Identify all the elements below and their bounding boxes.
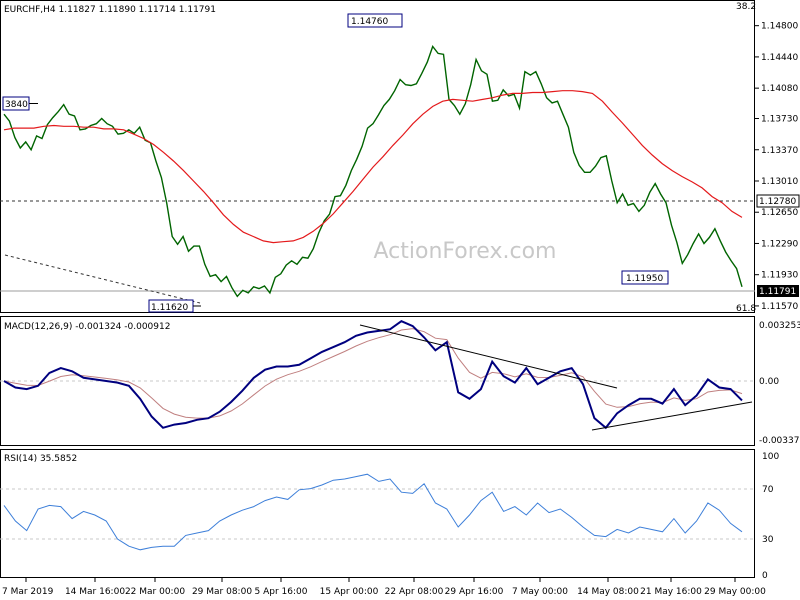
rsi-header: RSI(14) 35.5852: [4, 454, 77, 464]
price-tick-label: 1.12650: [761, 208, 798, 218]
price-tick-label: 1.13010: [761, 177, 798, 187]
macd-tick-zero: 0.00: [759, 377, 779, 387]
price-tick-label: 1.12290: [761, 239, 798, 249]
time-axis-label: 14 May 08:00: [577, 587, 639, 597]
price-tick-label: 1.14080: [761, 84, 798, 94]
time-axis-label: 22 Apr 08:00: [385, 587, 444, 597]
fib-label-top: 38.2: [736, 2, 756, 12]
price-tick-label: 1.13370: [761, 146, 798, 156]
annotation-left-cut-label: 3840: [5, 100, 28, 110]
fib-label-bottom: 61.8: [736, 304, 756, 314]
time-axis-label: 21 May 16:00: [640, 587, 702, 597]
time-axis-label: 15 Apr 00:00: [320, 587, 379, 597]
annotation-low2: 1.11950: [621, 270, 669, 285]
price-tick-label: 1.11930: [761, 271, 798, 281]
rsi-tick-30: 30: [762, 535, 774, 545]
level-tag-label: 1.12780: [759, 197, 796, 207]
watermark: ActionForex.com: [374, 239, 557, 264]
rsi-tick-100: 100: [762, 452, 779, 462]
macd-tick-bottom: -0.003373: [759, 436, 800, 446]
time-axis-label: 5 Apr 16:00: [255, 587, 308, 597]
rsi-tick-70: 70: [762, 485, 774, 495]
price-tick-label: 1.11570: [761, 302, 798, 312]
macd-tick-top: 0.003253: [759, 321, 800, 331]
time-axis-label: 29 Apr 16:00: [445, 587, 504, 597]
time-axis-label: 29 May 00:00: [704, 587, 766, 597]
eurchf-chart: ActionForex.com 3840 1.11620 1.14760 1.1…: [0, 0, 800, 600]
chart-header: EURCHF,H4 1.11827 1.11890 1.11714 1.1179…: [4, 5, 216, 15]
macd-header: MACD(12,26,9) -0.001324 -0.000912: [4, 322, 170, 332]
time-axis-label: 22 Mar 00:00: [125, 587, 185, 597]
chart-background: [0, 0, 800, 600]
price-tick-label: 1.14800: [761, 22, 798, 32]
price-tick-label: 1.14440: [761, 53, 798, 63]
time-axis-label: 7 Mar 2019: [2, 587, 54, 597]
time-axis-label: 14 Mar 16:00: [65, 587, 125, 597]
current-price-tag-label: 1.11791: [759, 287, 796, 297]
annotation-low2-label: 1.11950: [626, 274, 663, 284]
annotation-high: 1.14760: [347, 13, 403, 28]
annotation-low1: 1.11620: [148, 299, 201, 313]
time-axis-label: 7 May 00:00: [512, 587, 568, 597]
price-tick-label: 1.13730: [761, 115, 798, 125]
annotation-low1-label: 1.11620: [151, 303, 188, 313]
time-axis-label: 29 Mar 08:00: [192, 587, 252, 597]
rsi-tick-0: 0: [762, 571, 768, 581]
annotation-high-label: 1.14760: [351, 17, 388, 27]
